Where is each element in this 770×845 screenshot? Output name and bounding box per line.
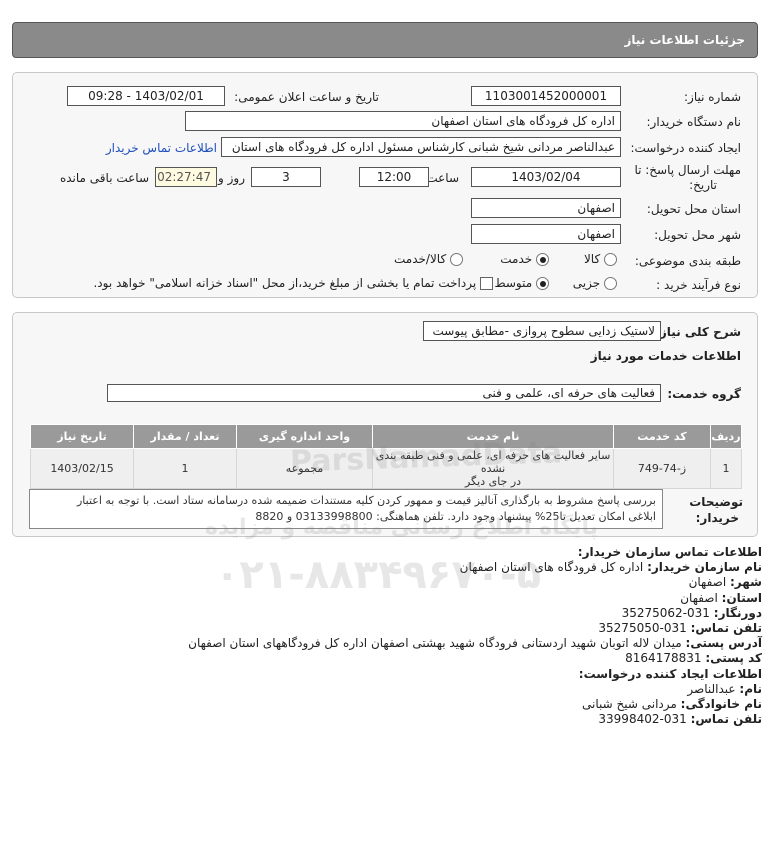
fax-value: 031-35275062	[621, 605, 710, 620]
category-option-service[interactable]: خدمت	[500, 252, 549, 266]
org-contact-title: اطلاعات تماس سازمان خریدار:	[577, 545, 762, 559]
postal-key: کد پستی:	[705, 651, 762, 666]
col-index: ردیف	[709, 424, 743, 449]
first-name-key: نام:	[739, 681, 762, 696]
deadline-date-field: 1403/02/04	[471, 167, 621, 187]
province-value: اصفهان	[680, 590, 718, 605]
row-code: ز-74-749	[613, 448, 711, 489]
radio-icon	[450, 253, 463, 266]
process-option-medium[interactable]: متوسط	[494, 276, 549, 290]
last-name-value: مردانی شیخ شبانی	[582, 697, 677, 712]
address-value: میدان لاله اتوبان شهید اردستانی فرودگاه …	[188, 636, 682, 651]
announce-field: 1403/02/01 - 09:28	[67, 86, 225, 106]
creator-contact-title: اطلاعات ایجاد کننده درخواست:	[578, 666, 762, 681]
summary-field: لاستیک زدایی سطوح پروازی -مطابق پیوست	[423, 321, 661, 341]
creator-label: ایجاد کننده درخواست:	[630, 141, 741, 155]
summary-label: شرح کلی نیاز:	[655, 325, 741, 339]
need-details-panel: شرح کلی نیاز: لاستیک زدایی سطوح پروازی -…	[12, 312, 758, 537]
phone-value: 031-35275050	[598, 621, 687, 636]
remaining-time-field: 02:27:47	[155, 167, 217, 187]
announce-label: تاریخ و ساعت اعلان عمومی:	[234, 90, 379, 104]
postal-value: 8164178831	[625, 651, 702, 666]
city-value: اصفهان	[688, 575, 727, 590]
services-title: اطلاعات خدمات مورد نیاز	[590, 349, 741, 363]
province-key: استان:	[721, 590, 762, 605]
address-key: آدرس پستی:	[685, 636, 762, 651]
province-field: اصفهان	[471, 198, 621, 218]
row-unit: مجموعه	[236, 448, 374, 489]
need-number-label: شماره نیاز:	[684, 90, 741, 104]
days-label: روز و	[218, 171, 245, 185]
fax-key: دورنگار:	[713, 605, 762, 620]
deadline-time-field: 12:00	[359, 167, 429, 187]
service-group-field: فعالیت های حرفه ای، علمی و فنی	[107, 384, 661, 402]
province-label: استان محل تحویل:	[646, 202, 741, 216]
buyer-notes-box: بررسی پاسخ مشروط به بارگذاری آنالیز قیمت…	[29, 489, 663, 529]
page-header: جزئیات اطلاعات نیاز	[12, 22, 758, 58]
remaining-label: ساعت باقی مانده	[59, 171, 149, 185]
contact-section: اطلاعات تماس سازمان خریدار: نام سازمان خ…	[22, 545, 762, 727]
last-name-key: نام خانوادگی:	[680, 697, 762, 712]
radio-icon	[604, 253, 617, 266]
row-qty: 1	[133, 448, 238, 489]
need-info-panel: شماره نیاز: 1103001452000001 تاریخ و ساع…	[12, 72, 758, 298]
notes-label-buyer: خریدار:	[695, 511, 739, 525]
org-name-key: نام سازمان خریدار:	[647, 560, 762, 575]
radio-icon	[604, 277, 617, 290]
time-label: ساعت	[426, 171, 459, 185]
col-date: تاریخ نیاز	[29, 424, 135, 449]
creator-field: عبدالناصر مردانی شیخ شبانی کارشناس مسئول…	[221, 137, 621, 157]
service-group-label: گروه خدمت:	[667, 387, 741, 401]
phone-key: تلفن تماس:	[690, 621, 762, 636]
deadline-label: مهلت ارسال پاسخ: تا	[634, 163, 741, 177]
process-option-minor[interactable]: جزیی	[573, 276, 617, 290]
table-row: 1 ز-74-749 سایر فعالیت های حرفه ای، علمی…	[29, 448, 743, 489]
table-header-row: ردیف کد خدمت نام خدمت واحد اندازه گیری ت…	[29, 424, 743, 449]
need-number-field: 1103001452000001	[471, 86, 621, 106]
category-option-goods-service[interactable]: کالا/خدمت	[394, 252, 463, 266]
city-field: اصفهان	[471, 224, 621, 244]
checkbox-icon	[480, 277, 493, 290]
page-title: جزئیات اطلاعات نیاز	[624, 33, 745, 47]
row-date: 1403/02/15	[29, 448, 135, 489]
radio-checked-icon	[536, 253, 549, 266]
services-table: ردیف کد خدمت نام خدمت واحد اندازه گیری ت…	[29, 424, 743, 489]
buyer-org-field: اداره کل فرودگاه های استان اصفهان	[185, 111, 621, 131]
deadline-label-date: تاریخ:	[689, 178, 717, 192]
buyer-contact-link[interactable]: اطلاعات تماس خریدار	[106, 141, 217, 155]
city-label: شهر محل تحویل:	[654, 228, 741, 242]
notes-label: توضیحات	[689, 495, 743, 509]
first-name-value: عبدالناصر	[687, 681, 736, 696]
org-name-value: اداره کل فرودگاه های استان اصفهان	[459, 560, 644, 575]
treasury-checkbox[interactable]: پرداخت تمام یا بخشی از مبلغ خرید،از محل …	[93, 276, 493, 290]
category-option-goods[interactable]: کالا	[584, 252, 617, 266]
buyer-org-label: نام دستگاه خریدار:	[646, 115, 742, 129]
process-label: نوع فرآیند خرید :	[656, 278, 741, 292]
category-label: طبقه بندی موضوعی:	[634, 254, 741, 268]
row-name: سایر فعالیت های حرفه ای، علمی و فنی طبقه…	[372, 448, 615, 489]
col-unit: واحد اندازه گیری	[236, 424, 374, 449]
col-qty: تعداد / مقدار	[133, 424, 238, 449]
row-index: 1	[709, 448, 743, 489]
radio-checked-icon	[536, 277, 549, 290]
creator-phone-value: 031-33998402	[598, 712, 687, 727]
city-key: شهر:	[730, 575, 762, 590]
creator-phone-key: تلفن تماس:	[690, 712, 762, 727]
days-field: 3	[251, 167, 321, 187]
col-name: نام خدمت	[372, 424, 615, 449]
col-code: کد خدمت	[613, 424, 711, 449]
